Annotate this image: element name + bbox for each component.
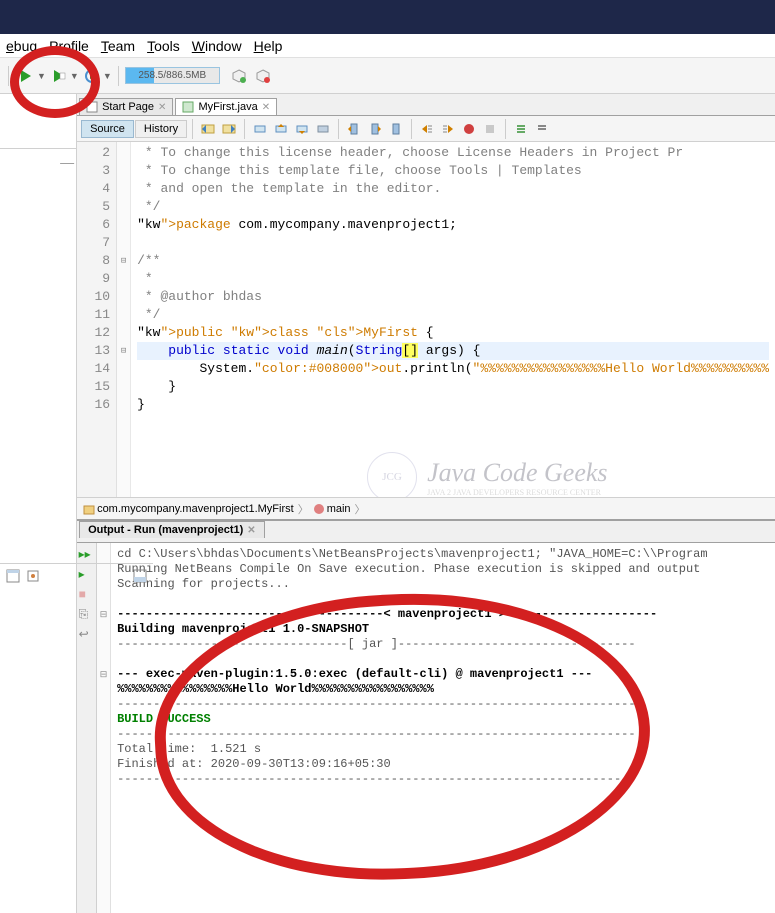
profile-button[interactable] xyxy=(81,65,103,87)
nav-back-icon[interactable] xyxy=(198,119,218,139)
run-dropdown-icon[interactable]: ▼ xyxy=(37,71,46,81)
config-icon[interactable] xyxy=(26,569,40,583)
toggle-bookmark-icon[interactable] xyxy=(386,119,406,139)
next-bookmark-icon[interactable] xyxy=(365,119,385,139)
rerun-icon[interactable]: ▸▸ xyxy=(79,547,95,563)
menu-debug[interactable]: ebug xyxy=(0,36,43,56)
wrap-icon[interactable]: ↩ xyxy=(79,627,95,643)
run-button[interactable] xyxy=(15,65,37,87)
editor-panel: Start Page ✕ MyFirst.java ✕ Source Histo… xyxy=(77,94,775,913)
tab-start-page[interactable]: Start Page ✕ xyxy=(79,98,173,115)
chevron-right-icon: 〉 xyxy=(355,501,366,517)
editor-tab-bar: Start Page ✕ MyFirst.java ✕ xyxy=(77,94,775,116)
code-content[interactable]: * To change this license header, choose … xyxy=(131,142,775,497)
minimize-sidebar-icon[interactable]: — xyxy=(60,154,74,170)
output-toolbar: ▸▸ ▸ ■ ⎘ ↩ xyxy=(77,543,97,913)
left-sidebar: — xyxy=(0,94,77,913)
page-icon xyxy=(86,101,98,113)
chevron-right-icon: 〉 xyxy=(298,501,309,517)
toggle-highlight-icon[interactable] xyxy=(313,119,333,139)
fold-gutter[interactable]: ⊟⊟ xyxy=(117,142,131,497)
history-view-button[interactable]: History xyxy=(135,120,187,138)
java-file-icon xyxy=(182,101,194,113)
source-view-button[interactable]: Source xyxy=(81,120,134,138)
output-console[interactable]: cd C:\Users\bhdas\Documents\NetBeansProj… xyxy=(111,543,775,913)
shift-right-icon[interactable] xyxy=(438,119,458,139)
stop-icon[interactable]: ■ xyxy=(79,587,95,603)
menu-profile[interactable]: Profile xyxy=(43,36,95,56)
nav-fwd-icon[interactable] xyxy=(219,119,239,139)
close-tab-icon[interactable]: ✕ xyxy=(262,102,270,113)
menu-tools[interactable]: Tools xyxy=(141,36,186,56)
panel-toggle-icon[interactable] xyxy=(133,569,147,583)
breadcrumb-class[interactable]: com.mycompany.mavenproject1.MyFirst xyxy=(83,503,294,515)
menu-bar: ebug Profile Team Tools Window Help xyxy=(0,34,775,58)
menu-window[interactable]: Window xyxy=(186,36,248,56)
find-next-icon[interactable] xyxy=(292,119,312,139)
breadcrumb-method[interactable]: main xyxy=(313,503,351,515)
menu-team[interactable]: Team xyxy=(95,36,141,56)
breadcrumb-bar: com.mycompany.mavenproject1.MyFirst 〉 ma… xyxy=(77,497,775,519)
window-titlebar xyxy=(0,0,775,34)
output-panel: Output - Run (mavenproject1) ✕ ▸▸ ▸ ■ ⎘ … xyxy=(77,519,775,913)
find-selection-icon[interactable] xyxy=(250,119,270,139)
macro-stop-icon[interactable] xyxy=(480,119,500,139)
close-tab-icon[interactable]: ✕ xyxy=(158,102,166,113)
memory-indicator[interactable]: 258.5/886.5MB xyxy=(125,67,220,84)
main-toolbar: ▼ ▼ ▼ 258.5/886.5MB xyxy=(0,58,775,94)
code-editor[interactable]: 2345678910111213141516 ⊟⊟ * To change th… xyxy=(77,142,775,497)
menu-help[interactable]: Help xyxy=(248,36,289,56)
tab-myfirst-java[interactable]: MyFirst.java ✕ xyxy=(175,98,277,115)
debug-dropdown-icon[interactable]: ▼ xyxy=(70,71,79,81)
prev-bookmark-icon[interactable] xyxy=(344,119,364,139)
cube-green-icon[interactable] xyxy=(228,65,250,87)
profile-dropdown-icon[interactable]: ▼ xyxy=(103,71,112,81)
save-output-icon[interactable]: ⎘ xyxy=(79,607,95,623)
jcg-logo-icon: JCG xyxy=(367,452,417,497)
package-icon xyxy=(83,503,95,515)
debug-button[interactable] xyxy=(48,65,70,87)
editor-toolbar: Source History xyxy=(77,116,775,142)
shift-left-icon[interactable] xyxy=(417,119,437,139)
uncomment-icon[interactable] xyxy=(532,119,552,139)
output-tab[interactable]: Output - Run (mavenproject1) ✕ xyxy=(79,521,265,538)
cube-red-icon[interactable] xyxy=(252,65,274,87)
method-icon xyxy=(313,503,325,515)
output-fold-gutter[interactable]: ⊟⊟ xyxy=(97,543,111,913)
macro-record-icon[interactable] xyxy=(459,119,479,139)
close-output-icon[interactable]: ✕ xyxy=(247,525,255,536)
find-prev-icon[interactable] xyxy=(271,119,291,139)
line-number-gutter: 2345678910111213141516 xyxy=(77,142,117,497)
comment-icon[interactable] xyxy=(511,119,531,139)
window-icon[interactable] xyxy=(6,569,20,583)
watermark: JCG Java Code Geeks JAVA 2 JAVA DEVELOPE… xyxy=(367,452,607,497)
